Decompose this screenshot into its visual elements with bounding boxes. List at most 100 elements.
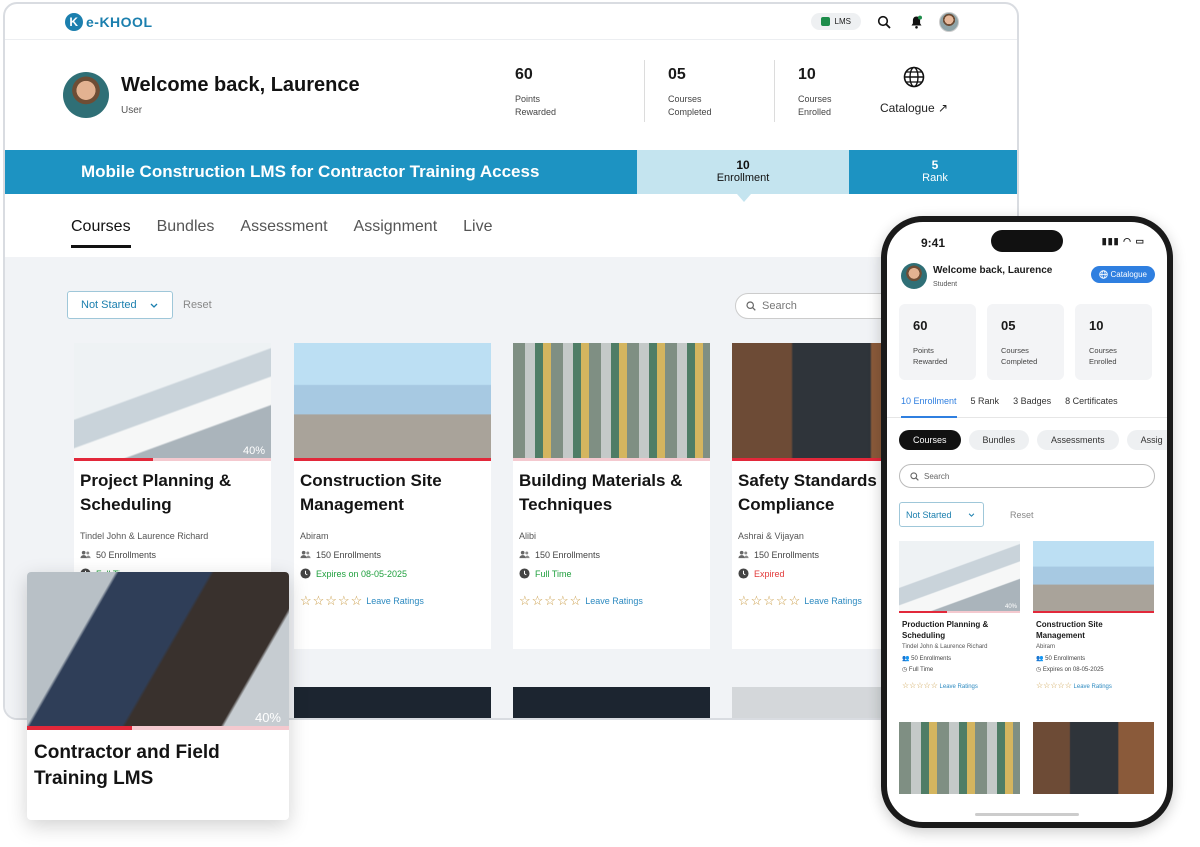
course-title: Safety Standards Compliance <box>738 471 877 514</box>
mobile-stats: 60 Points Rewarded 05 Courses Completed … <box>887 296 1167 380</box>
leave-ratings-link[interactable]: Leave Ratings <box>585 596 643 606</box>
stage: K e-KHOOL LMS Welcome back, Laurence Use… <box>0 0 1200 847</box>
clock-icon <box>519 568 530 579</box>
top-bar: K e-KHOOL LMS <box>5 4 1017 40</box>
course-card[interactable]: Construction Site Management Abiram 150 … <box>294 343 491 649</box>
progress-bar <box>1033 611 1154 613</box>
stat-value: 05 <box>1001 318 1016 333</box>
avatar[interactable] <box>939 11 959 32</box>
catalogue-link[interactable]: Catalogue ↗ <box>874 66 954 115</box>
course-card[interactable]: Construction Site Management Abiram 👥 50… <box>1033 541 1154 709</box>
stat-value: 10 <box>1089 318 1104 333</box>
users-icon <box>519 550 530 559</box>
rating-row[interactable]: ☆☆☆☆☆ Leave Ratings <box>732 579 892 609</box>
course-title: Building Materials & Techniques <box>519 471 683 514</box>
search-icon[interactable] <box>875 13 893 31</box>
progress-fill <box>1033 611 1154 613</box>
status-text: Full Time <box>535 568 572 579</box>
enrollments-text: 50 Enrollments <box>911 656 952 662</box>
course-title: Project Planning & Scheduling <box>80 471 232 514</box>
star-rating-icon[interactable]: ☆☆☆☆☆ <box>902 681 938 690</box>
tab-bundles[interactable]: Bundles <box>157 218 215 248</box>
tab-live[interactable]: Live <box>463 218 492 248</box>
course-thumbnail: 40% <box>74 343 271 461</box>
rating-row[interactable]: ☆☆☆☆☆ Leave Ratings <box>294 579 491 609</box>
clock-icon: ◷ <box>902 667 909 673</box>
course-enrollments: 150 Enrollments <box>294 541 491 560</box>
course-author: Ashrai & Vijayan <box>738 531 804 541</box>
logo[interactable]: K e-KHOOL <box>65 12 153 31</box>
search-input[interactable]: Search <box>735 293 895 319</box>
user-role: Student <box>933 280 958 288</box>
leave-ratings-link[interactable]: Leave Ratings <box>804 596 862 606</box>
course-card[interactable]: Safety Standards Compliance Ashrai & Vij… <box>732 343 892 649</box>
progress-bar <box>899 611 1020 613</box>
lms-switch-button[interactable]: LMS <box>810 13 861 30</box>
leave-ratings-link[interactable]: Leave Ratings <box>366 596 424 606</box>
search-placeholder: Search <box>924 471 950 481</box>
search-icon <box>910 471 919 481</box>
pill-assignments[interactable]: Assig <box>1126 430 1167 450</box>
user-avatar <box>63 72 109 118</box>
featured-course-card[interactable]: 40% Contractor and Field Training LMS <box>27 572 289 820</box>
course-thumbnail <box>513 343 710 461</box>
clock-icon: ◷ <box>1036 667 1043 673</box>
rank-label: Rank <box>922 172 948 184</box>
course-card-next-row[interactable] <box>294 687 491 718</box>
pill-assessments[interactable]: Assessments <box>1037 430 1119 450</box>
rating-row[interactable]: ☆☆☆☆☆ Leave Ratings <box>899 673 1020 690</box>
leave-ratings-link[interactable]: Leave Ratings <box>940 684 978 690</box>
stat-points: 60 Points Rewarded <box>515 60 645 122</box>
users-icon: 👥 <box>902 656 912 662</box>
tab-badges[interactable]: 3 Badges <box>1013 396 1051 417</box>
course-card-next-row[interactable] <box>513 687 710 718</box>
status-filter-dropdown[interactable]: Not Started <box>899 502 984 527</box>
course-author: Abiram <box>300 531 329 541</box>
stat-enrolled: 10 Courses Enrolled <box>1075 304 1152 380</box>
dynamic-island <box>991 230 1063 252</box>
course-thumbnail <box>294 343 491 461</box>
star-rating-icon[interactable]: ☆☆☆☆☆ <box>738 593 801 609</box>
tab-courses[interactable]: Courses <box>71 218 131 248</box>
mobile-search-input[interactable]: Search <box>899 464 1155 488</box>
tab-assessment[interactable]: Assessment <box>240 218 327 248</box>
bell-icon[interactable] <box>907 13 925 31</box>
enrollments-text: 150 Enrollments <box>535 549 601 560</box>
star-rating-icon[interactable]: ☆☆☆☆☆ <box>300 593 363 609</box>
status-filter-dropdown[interactable]: Not Started <box>67 291 173 319</box>
pill-courses[interactable]: Courses <box>899 430 961 450</box>
stat-value: 05 <box>668 66 686 83</box>
globe-icon <box>1098 270 1108 279</box>
stat-label: Courses Enrolled <box>798 94 832 117</box>
course-card-next-row[interactable] <box>732 687 892 718</box>
course-status: Full Time <box>513 560 710 579</box>
pill-bundles[interactable]: Bundles <box>968 430 1030 450</box>
course-card[interactable]: Building Materials & Techniques Alibi 15… <box>513 343 710 649</box>
course-enrollments: 👥 50 Enrollments <box>899 651 1020 662</box>
rating-row[interactable]: ☆☆☆☆☆ Leave Ratings <box>513 579 710 609</box>
catalogue-button[interactable]: Catalogue <box>1090 266 1155 283</box>
stat-value: 60 <box>913 318 928 333</box>
search-icon <box>746 301 756 311</box>
tab-assignment[interactable]: Assignment <box>354 218 438 248</box>
course-card[interactable]: 40% Production Planning & Scheduling Tin… <box>899 541 1020 709</box>
banner-enrollment-tab[interactable]: 10 Enrollment <box>637 150 849 202</box>
leave-ratings-link[interactable]: Leave Ratings <box>1074 684 1112 690</box>
rating-row[interactable]: ☆☆☆☆☆ Leave Ratings <box>1033 673 1154 690</box>
star-rating-icon[interactable]: ☆☆☆☆☆ <box>1036 681 1072 690</box>
course-card-next[interactable] <box>899 722 1020 794</box>
tab-enrollment[interactable]: 10 Enrollment <box>901 396 957 418</box>
course-status: ◷ Expires on 08-05-2025 <box>1033 662 1154 673</box>
globe-icon <box>903 66 925 88</box>
tab-certificates[interactable]: 8 Certificates <box>1065 396 1118 417</box>
stat-completed: 05 Courses Completed <box>645 60 775 122</box>
reset-button[interactable]: Reset <box>1010 510 1034 520</box>
course-thumbnail: 40% <box>27 572 289 730</box>
tab-rank[interactable]: 5 Rank <box>971 396 1000 417</box>
reset-button[interactable]: Reset <box>183 299 212 311</box>
banner-rank-tab[interactable]: 5 Rank <box>849 150 1017 194</box>
home-indicator[interactable] <box>975 813 1079 816</box>
course-thumbnail <box>1033 541 1154 613</box>
star-rating-icon[interactable]: ☆☆☆☆☆ <box>519 593 582 609</box>
course-card-next[interactable] <box>1033 722 1154 794</box>
